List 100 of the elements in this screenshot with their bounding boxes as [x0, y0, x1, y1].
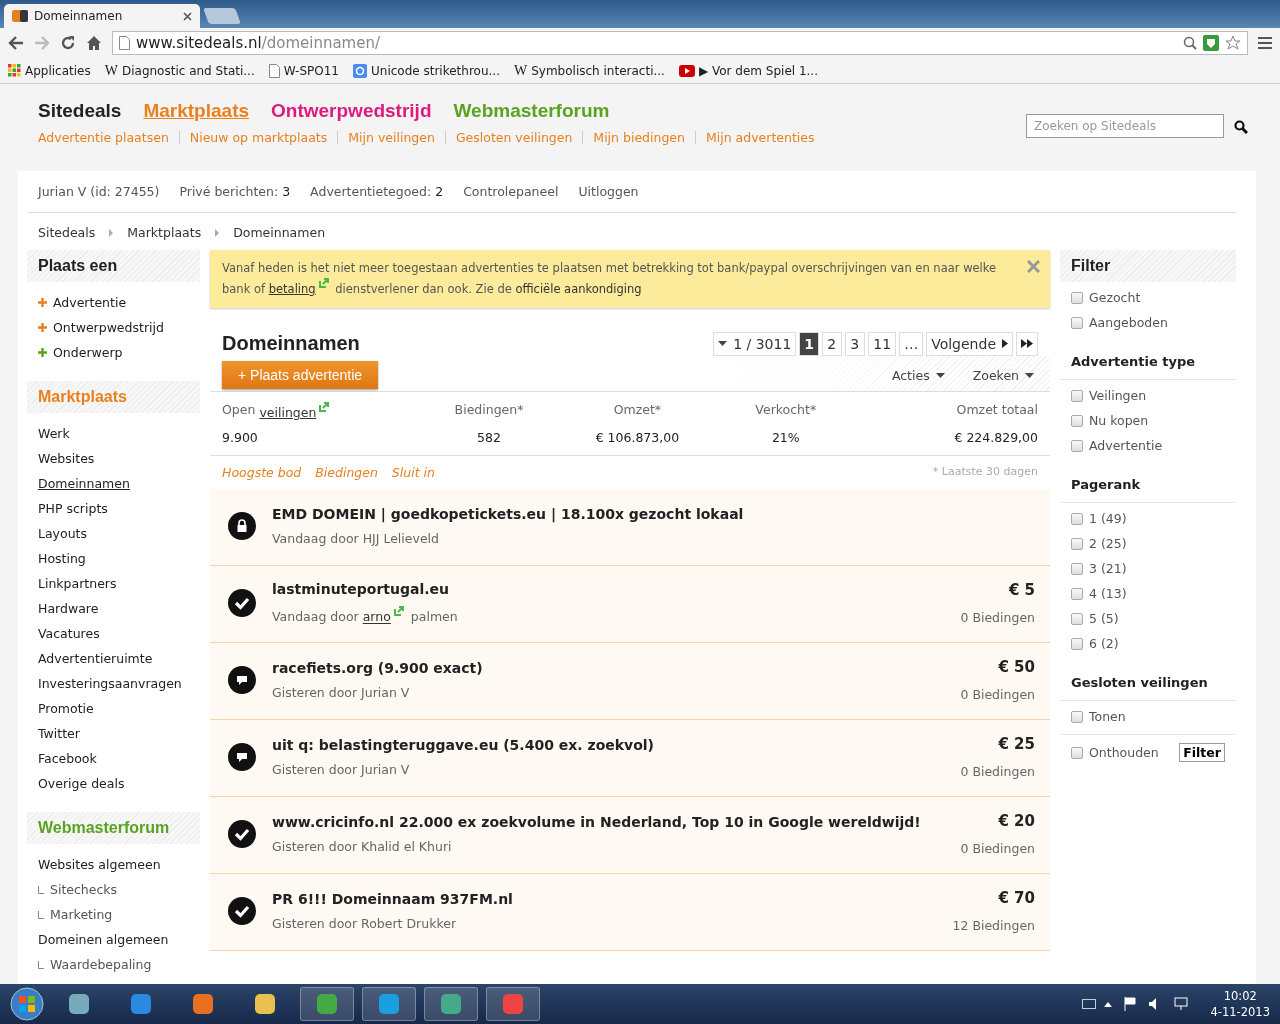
sidebar-link[interactable]: Websites: [38, 446, 189, 471]
sidebar-sublink[interactable]: Sitechecks: [38, 877, 189, 902]
sidebar-link[interactable]: Hosting: [38, 546, 189, 571]
filter-button[interactable]: Filter: [1179, 743, 1225, 762]
shield-icon[interactable]: [1203, 35, 1219, 51]
user-menu-link[interactable]: Controlepaneel: [463, 184, 559, 199]
site-brand[interactable]: Sitedeals: [38, 100, 122, 122]
reload-icon[interactable]: [60, 35, 76, 51]
sidebar-link[interactable]: Ontwerpwedstrijd: [38, 315, 189, 340]
page-button[interactable]: 3: [845, 331, 866, 356]
page-select[interactable]: 1 / 3011: [713, 331, 797, 356]
sidebar-link[interactable]: Promotie: [38, 696, 189, 721]
back-arrow-icon[interactable]: [8, 36, 24, 50]
page-ellipsis[interactable]: …: [899, 331, 924, 356]
page-button[interactable]: 11: [868, 331, 897, 356]
sidebar-link[interactable]: Overige deals: [38, 771, 189, 796]
network-icon[interactable]: [1174, 997, 1189, 1011]
checkbox[interactable]: [1071, 316, 1083, 329]
user-menu-link[interactable]: Uitloggen: [578, 184, 639, 199]
checkbox[interactable]: [1071, 389, 1083, 402]
listing-title[interactable]: uit q: belastingteruggave.eu (5.400 ex. zoekvol): [272, 737, 945, 753]
search-field[interactable]: Zoeken op Sitedeals: [1026, 114, 1224, 138]
sidebar-link[interactable]: Twitter: [38, 721, 189, 746]
listing-title[interactable]: www.cricinfo.nl 22.000 ex zoekvolume in Nederland, Top 10 in Google wereldwijd!: [272, 814, 945, 830]
sidebar-link[interactable]: Advertentie: [38, 290, 189, 315]
checkbox[interactable]: [1071, 587, 1083, 600]
listing-row[interactable]: racefiets.org (9.900 exact) Gisteren door Jurian V € 50 0 Biedingen: [210, 643, 1050, 720]
breadcrumb-link[interactable]: Domeinnamen: [233, 225, 326, 240]
checkbox[interactable]: [1071, 710, 1083, 723]
sidebar-sublink[interactable]: Marketing: [38, 902, 189, 927]
checkbox[interactable]: [1071, 512, 1083, 525]
sidebar-link[interactable]: Linkpartners: [38, 571, 189, 596]
sidebar-link[interactable]: Onderwerp: [38, 340, 189, 365]
sidebar-link[interactable]: Advertentieruimte: [38, 646, 189, 671]
search-icon[interactable]: [1234, 120, 1248, 134]
bookmark[interactable]: ▶ Vor dem Spiel 1...: [678, 63, 818, 78]
filter-group-heading: Gesloten veilingen: [1060, 661, 1236, 701]
forward-arrow-icon[interactable]: [34, 36, 50, 50]
browser-tab[interactable]: Domeinnamen: [4, 4, 200, 28]
start-button[interactable]: [10, 987, 44, 1021]
listing-row[interactable]: uit q: belastingteruggave.eu (5.400 ex. zoekvol) Gisteren door Jurian V € 25 0 Biedingen: [210, 720, 1050, 797]
sidebar-link[interactable]: Domeinen algemeen: [38, 927, 189, 952]
sidebar-link[interactable]: Werk: [38, 421, 189, 446]
listing-title[interactable]: EMD DOMEIN | goedkopetickets.eu | 18.100x gezocht lokaal: [272, 506, 1035, 522]
user-menu-link[interactable]: Privé berichten: 3: [179, 184, 291, 199]
caret-up-icon[interactable]: [1104, 1001, 1113, 1007]
checkbox[interactable]: [1071, 291, 1083, 304]
bookmark[interactable]: Applicaties: [8, 63, 91, 78]
listing-title[interactable]: lastminuteportugal.eu: [272, 581, 945, 598]
checkbox[interactable]: [1071, 439, 1083, 452]
last-page-button[interactable]: [1016, 331, 1038, 356]
section-link[interactable]: Ontwerpwedstrijd: [271, 100, 432, 122]
sidebar-link[interactable]: Vacatures: [38, 621, 189, 646]
listing-title[interactable]: racefiets.org (9.900 exact): [272, 660, 945, 676]
checkbox[interactable]: [1071, 746, 1083, 759]
sidebar-sublink[interactable]: Waardebepaling: [38, 952, 189, 977]
new-tab-button[interactable]: [203, 8, 241, 24]
flag-icon[interactable]: [1124, 997, 1137, 1011]
checkbox[interactable]: [1071, 612, 1083, 625]
breadcrumb-link[interactable]: Marktplaats: [127, 225, 202, 240]
listing-row[interactable]: lastminuteportugal.eu Vandaag door arno palmen € 5 0 Biedingen: [210, 566, 1050, 643]
sidebar-link[interactable]: Websites algemeen: [38, 852, 189, 877]
user-menu-link[interactable]: Jurian V (id: 27455): [38, 184, 160, 199]
home-icon[interactable]: [86, 35, 102, 51]
listing-title[interactable]: PR 6!!! Domeinnaam 937FM.nl: [272, 891, 937, 907]
star-icon[interactable]: [1225, 35, 1241, 51]
bookmark[interactable]: W Symbolisch interacti...: [514, 62, 665, 79]
address-bar[interactable]: www.sitedeals.nl/domeinnamen/: [112, 31, 1248, 55]
next-page-button[interactable]: Volgende: [926, 331, 1013, 356]
author-link[interactable]: arno: [362, 609, 391, 625]
filter-group-heading: Advertentie type: [1060, 340, 1236, 380]
notice-link[interactable]: betaling: [268, 281, 316, 296]
sidebar-link[interactable]: Facebook: [38, 746, 189, 771]
sidebar-link[interactable]: Investeringsaanvragen: [38, 671, 189, 696]
listing-row[interactable]: www.cricinfo.nl 22.000 ex zoekvolume in Nederland, Top 10 in Google wereldwijd! Gisteren door Khalid el Khuri € 20 0 Biedingen: [210, 797, 1050, 874]
checkbox[interactable]: [1071, 537, 1083, 550]
zoom-icon[interactable]: [1183, 36, 1197, 50]
bookmark[interactable]: Unicode strikethrou...: [353, 63, 500, 78]
sidebar-link[interactable]: Hardware: [38, 596, 189, 621]
announcement-link[interactable]: officiële aankondiging: [515, 281, 642, 296]
menu-icon[interactable]: [1258, 37, 1272, 49]
checkbox[interactable]: [1071, 562, 1083, 575]
stat-link[interactable]: veilingen: [259, 405, 317, 420]
user-menu-link[interactable]: Advertentietegoed: 2: [310, 184, 444, 199]
close-icon[interactable]: [183, 11, 192, 21]
sidebar-link[interactable]: Layouts: [38, 521, 189, 546]
page-button[interactable]: 2: [822, 331, 843, 356]
page-button[interactable]: 1: [799, 331, 820, 356]
dropdown-menu[interactable]: Acties: [885, 366, 951, 384]
breadcrumb-link[interactable]: Sitedeals: [38, 225, 96, 240]
listing-row[interactable]: EMD DOMEIN | goedkopetickets.eu | 18.100x gezocht lokaal Vandaag door HJJ Lelieveld: [210, 489, 1050, 566]
bookmark[interactable]: W-SPO11: [268, 63, 339, 78]
checkbox[interactable]: [1071, 414, 1083, 427]
dropdown-menu[interactable]: Zoeken: [966, 366, 1040, 384]
keyboard-icon[interactable]: [1082, 999, 1097, 1009]
bookmark[interactable]: W Diagnostic and Stati...: [104, 62, 255, 79]
checkbox[interactable]: [1071, 637, 1083, 650]
listing-row[interactable]: PR 6!!! Domeinnaam 937FM.nl Gisteren door Robert Drukker € 70 12 Biedingen: [210, 874, 1050, 951]
sidebar-link[interactable]: Domeinnamen: [38, 471, 189, 496]
sidebar-link[interactable]: PHP scripts: [38, 496, 189, 521]
